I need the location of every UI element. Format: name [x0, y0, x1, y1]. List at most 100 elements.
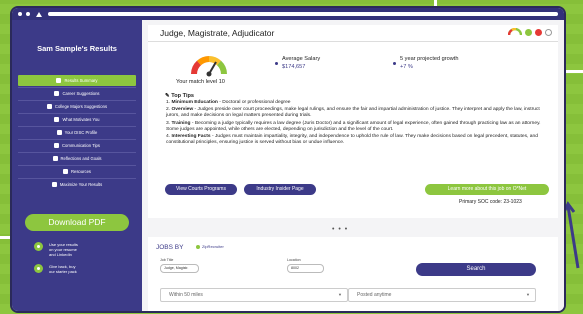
posted-select[interactable]: Posted anytime ▼ — [348, 288, 536, 302]
bullet-icon — [393, 62, 396, 65]
linkedin-icon — [34, 242, 43, 251]
target-icon — [52, 156, 58, 161]
growth-value: +7 % — [400, 64, 413, 70]
onet-button[interactable]: Learn more about this job on O*Net — [425, 184, 549, 195]
tips-heading: ✎ Top Tips — [165, 93, 195, 99]
thumbs-up-icon[interactable] — [525, 28, 532, 36]
mini-gauge-icon — [508, 28, 522, 36]
salary-label: Average Salary — [282, 56, 321, 62]
match-level: Your match level 10 — [176, 79, 225, 85]
book-icon — [46, 104, 52, 109]
document-icon — [51, 182, 57, 187]
tip-title: Interesting Facts — [171, 134, 211, 140]
sidebar-item-career-suggestions[interactable]: Career Suggestions — [18, 88, 136, 99]
tip-text: - Doctoral or professional degree — [217, 100, 291, 105]
browser-window: Sam Sample's Results Results Summary Car… — [10, 6, 566, 313]
list-item: 2. Overview - Judges preside over court … — [166, 107, 546, 119]
promo-text: Give back, buy our starter pack — [49, 264, 77, 274]
job-title-label: Job Title — [160, 258, 174, 262]
promo-line: and LinkedIn — [49, 252, 72, 257]
gift-icon — [34, 264, 43, 273]
tips-heading-text: Top Tips — [171, 93, 195, 99]
sidebar-item-communication-tips[interactable]: Communication Tips — [18, 140, 136, 151]
sidebar-item-label: Communication Tips — [62, 143, 100, 148]
gear-icon — [62, 169, 68, 174]
sidebar-title: Sam Sample's Results — [37, 44, 117, 53]
home-icon[interactable] — [36, 11, 42, 17]
sidebar: Sam Sample's Results Results Summary Car… — [12, 20, 142, 311]
distance-value: Within 50 miles — [169, 292, 203, 298]
tip-number: 3. — [166, 120, 171, 126]
location-label: Location — [287, 258, 301, 262]
tip-number: 1. — [166, 100, 171, 105]
more-indicator: • • • — [332, 226, 349, 233]
soc-code: Primary SOC code: 23-1023 — [459, 199, 522, 205]
promo-resume[interactable]: Use your results on your resume and Link… — [34, 242, 78, 257]
address-bar[interactable] — [48, 12, 558, 16]
tip-number: 2. — [166, 107, 171, 113]
search-button[interactable]: Search — [416, 263, 536, 276]
sidebar-item-reflections[interactable]: Reflections and Goals — [18, 153, 136, 164]
job-details: Your match level 10 Average Salary $174,… — [148, 42, 558, 218]
chevron-down-icon: ▼ — [526, 292, 530, 297]
chart-icon — [56, 78, 62, 83]
sidebar-item-label: Reflections and Goals — [60, 156, 102, 161]
sidebar-item-label: Career Suggestions — [62, 91, 100, 96]
tip-number: 4. — [166, 134, 171, 140]
person-icon — [56, 130, 62, 135]
sidebar-item-disc-profile[interactable]: Your DISC Profile — [18, 127, 136, 138]
bullet-icon — [275, 62, 278, 65]
sidebar-item-label: Results Summary — [64, 78, 98, 83]
ziprecruiter-icon — [196, 244, 200, 249]
sidebar-item-college-majors[interactable]: College Majors Suggestions — [18, 101, 136, 112]
jobs-panel: JOBS BY ZipRecruiter Job Title Judge, Ma… — [148, 237, 558, 311]
sidebar-item-label: Maximize Your Results — [59, 182, 103, 187]
collapse-icon[interactable] — [545, 28, 552, 36]
sidebar-item-resources[interactable]: Resources — [18, 166, 136, 177]
industry-insider-button[interactable]: Industry Insider Page — [244, 184, 316, 195]
list-item: 1. Minimum Education - Doctoral or profe… — [166, 100, 546, 106]
thumbs-down-icon[interactable] — [535, 28, 542, 36]
tip-text: - Becoming a judge typically requires a … — [166, 120, 541, 132]
star-icon — [54, 117, 60, 122]
briefcase-icon — [54, 91, 60, 96]
tip-title: Overview — [171, 107, 194, 113]
ziprecruiter-logo: ZipRecruiter — [196, 244, 224, 249]
main-content: Judge, Magistrate, Adjudicator Your matc… — [142, 20, 564, 311]
window-dot-icon[interactable] — [26, 12, 30, 16]
download-pdf-button[interactable]: Download PDF — [25, 214, 129, 231]
promo-line: our starter pack — [49, 269, 77, 274]
distance-select[interactable]: Within 50 miles ▼ — [160, 288, 348, 302]
sidebar-item-label: College Majors Suggestions — [54, 104, 108, 109]
sidebar-item-motivates[interactable]: What Motivates You — [18, 114, 136, 125]
header-icons — [508, 28, 552, 36]
jobs-title: JOBS BY — [156, 244, 184, 251]
job-title-input[interactable]: Judge, Magistr. — [160, 264, 199, 273]
sidebar-item-label: What Motivates You — [62, 117, 100, 122]
promo-text: Use your results on your resume and Link… — [49, 242, 78, 257]
sidebar-item-results-summary[interactable]: Results Summary — [18, 75, 136, 86]
growth-label: 5 year projected growth — [400, 56, 459, 62]
tips-list: 1. Minimum Education - Doctoral or profe… — [166, 100, 546, 147]
salary-value: $174,657 — [282, 64, 306, 70]
window-dot-icon[interactable] — [18, 12, 22, 16]
view-courts-button[interactable]: View Courts Programs — [165, 184, 237, 195]
projected-growth: 5 year projected growth +7 % — [393, 56, 459, 70]
tip-title: Training — [171, 120, 191, 126]
tip-title: Minimum Education — [171, 100, 218, 105]
list-item: 4. Interesting Facts - Judges must maint… — [166, 134, 546, 146]
sidebar-item-label: Resources — [70, 169, 91, 174]
average-salary: Average Salary $174,657 — [275, 56, 321, 70]
location-input[interactable]: 8002 — [287, 264, 324, 273]
job-header: Judge, Magistrate, Adjudicator — [148, 25, 558, 42]
promo-starter-pack[interactable]: Give back, buy our starter pack — [34, 264, 77, 274]
sidebar-item-label: Your DISC Profile — [64, 130, 98, 135]
tip-text: - Judges preside over court proceedings,… — [166, 107, 540, 119]
sidebar-item-maximize[interactable]: Maximize Your Results — [18, 179, 136, 190]
tip-text: - Judges must maintain impartiality, int… — [166, 134, 538, 146]
title-bar — [12, 8, 564, 20]
match-gauge-icon — [191, 56, 227, 77]
chat-icon — [54, 143, 60, 148]
chevron-down-icon: ▼ — [338, 292, 342, 297]
posted-value: Posted anytime — [357, 292, 392, 298]
